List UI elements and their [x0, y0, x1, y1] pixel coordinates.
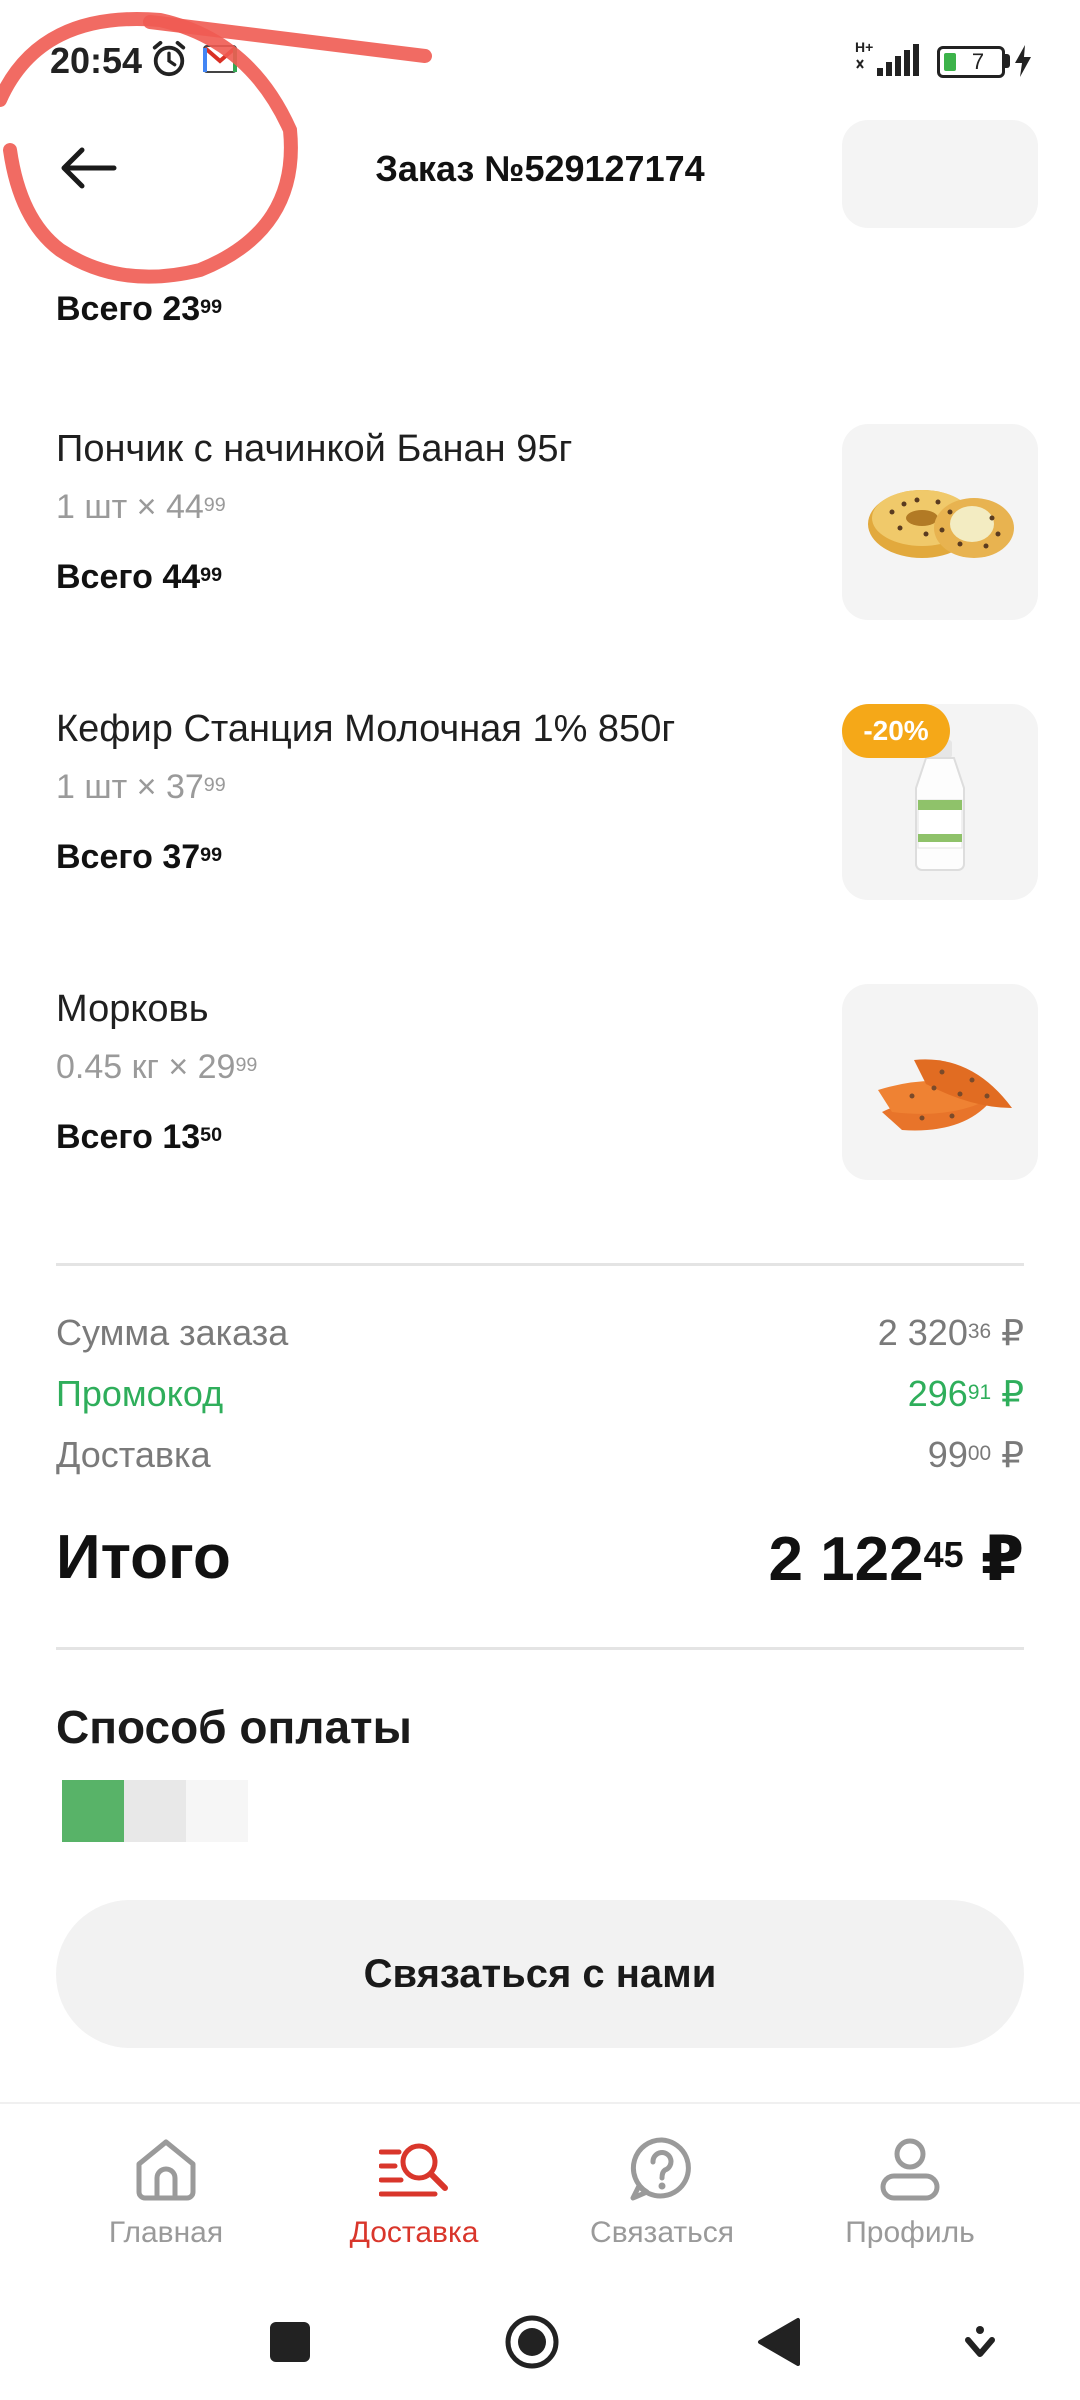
bottom-nav: Главная Доставка Связаться Профиль: [0, 2102, 1080, 2282]
delivery-row: Доставка 9900 ₽: [56, 1434, 1024, 1484]
item-total: Всего 3799: [56, 838, 223, 876]
discount-badge: -20%: [842, 704, 950, 758]
item-total: Всего 1350: [56, 1118, 223, 1156]
payment-method-title: Способ оплаты: [56, 1701, 412, 1753]
contact-us-button[interactable]: Связаться с нами: [56, 1900, 1024, 2048]
divider: [56, 1647, 1024, 1650]
delivery-search-icon: [379, 2143, 448, 2197]
alarm-icon: [152, 40, 186, 77]
item-quantity: 1 шт × 4499: [56, 488, 226, 526]
list-item[interactable]: Всего 2399: [0, 120, 1080, 360]
payment-card-swatch: [62, 1780, 124, 1842]
tab-home[interactable]: Главная: [46, 2134, 286, 2264]
battery-icon: 7: [937, 46, 1005, 78]
order-sum-label: Сумма заказа: [56, 1312, 289, 1353]
battery-cap: [1005, 54, 1010, 68]
total-label: Итого: [56, 1523, 231, 1592]
tab-home-label: Главная: [108, 2216, 224, 2249]
list-item[interactable]: Морковь 0.45 кг × 2999 Всего 1350: [0, 972, 1080, 1192]
promo-label: Промокод: [56, 1373, 224, 1414]
tab-contact-label: Связаться: [590, 2216, 734, 2249]
system-nav-bar: [0, 2282, 1080, 2400]
total-value: 2 12245 ₽: [768, 1525, 1024, 1594]
recent-apps-icon[interactable]: [260, 2312, 320, 2372]
home-icon: [136, 2139, 196, 2201]
promo-value: 29691 ₽: [907, 1373, 1024, 1414]
item-quantity: 1 шт × 3799: [56, 768, 226, 806]
status-time: 20:54: [50, 40, 143, 81]
item-quantity: 0.45 кг × 2999: [56, 1048, 258, 1086]
payment-card-swatch: [124, 1780, 186, 1842]
list-item[interactable]: Пончик с начинкой Банан 95г 1 шт × 4499 …: [0, 412, 1080, 632]
promo-row: Промокод 29691 ₽: [56, 1373, 1024, 1423]
help-chat-icon: [630, 2137, 691, 2201]
svg-text:H+: H+: [855, 39, 873, 55]
item-name: Морковь: [56, 988, 209, 1030]
order-sum-row: Сумма заказа 2 32036 ₽: [56, 1312, 1024, 1362]
item-name: Пончик с начинкой Банан 95г: [56, 428, 573, 470]
home-button-icon[interactable]: [502, 2312, 562, 2372]
signal-icon: H+: [855, 39, 919, 76]
tab-profile[interactable]: Профиль: [790, 2134, 1030, 2264]
payment-card-swatch: [186, 1780, 248, 1842]
gmail-icon: [203, 45, 237, 73]
divider: [56, 1263, 1024, 1266]
tab-profile-label: Профиль: [845, 2216, 975, 2249]
tab-contact[interactable]: Связаться: [542, 2134, 782, 2264]
charging-icon: [1015, 45, 1031, 77]
donut-image: [842, 424, 1038, 620]
status-bar: 20:54 H+ 7: [0, 0, 1080, 120]
tab-delivery[interactable]: Доставка: [294, 2134, 534, 2264]
item-total: Всего 4499: [56, 558, 223, 596]
delivery-label: Доставка: [56, 1434, 211, 1475]
profile-icon: [880, 2138, 940, 2201]
item-name: Кефир Станция Молочная 1% 850г: [56, 708, 676, 750]
list-item[interactable]: Кефир Станция Молочная 1% 850г 1 шт × 37…: [0, 692, 1080, 912]
order-sum-value: 2 32036 ₽: [877, 1312, 1024, 1353]
carrots-image: [842, 984, 1038, 1180]
back-nav-icon[interactable]: [750, 2312, 810, 2372]
product-image: [842, 120, 1038, 228]
item-total: Всего 2399: [56, 290, 223, 328]
chevron-down-icon[interactable]: [950, 2312, 1010, 2372]
delivery-value: 9900 ₽: [927, 1434, 1024, 1475]
tab-delivery-label: Доставка: [349, 2216, 479, 2249]
